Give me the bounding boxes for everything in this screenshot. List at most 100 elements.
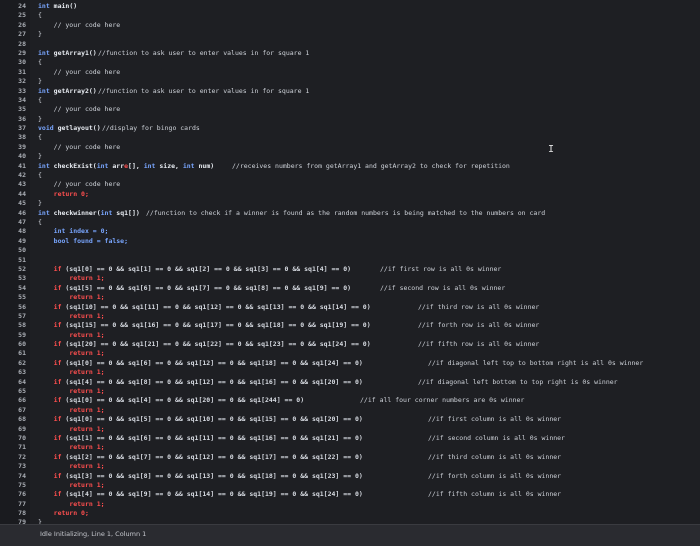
- code-line[interactable]: 71 return 1;: [0, 443, 700, 452]
- line-number: 75: [18, 480, 26, 489]
- code-line[interactable]: 32}: [0, 77, 700, 86]
- code-line[interactable]: 54 if (sq1[5] == 0 && sq1[6] == 0 && sq1…: [0, 284, 700, 293]
- code-line[interactable]: 56 if (sq1[10] == 0 && sq1[11] == 0 && s…: [0, 303, 700, 312]
- line-number: 37: [18, 124, 26, 133]
- code-line[interactable]: 48 int index = 0;: [0, 227, 700, 236]
- code-line[interactable]: 77 return 1;: [0, 500, 700, 509]
- code-line[interactable]: 62 if (sq1[0] == 0 && sq1[6] == 0 && sq1…: [0, 359, 700, 368]
- code-line[interactable]: 61 return 1;: [0, 349, 700, 358]
- code-line[interactable]: 53 return 1;: [0, 274, 700, 283]
- code-line[interactable]: 70 if (sq1[1] == 0 && sq1[6] == 0 && sq1…: [0, 434, 700, 443]
- code-area[interactable]: 24 int main() 25{26 // your code here 27} 28…: [0, 2, 700, 524]
- line-number: 59: [18, 330, 26, 339]
- code-line[interactable]: 39 // your code here: [0, 143, 700, 152]
- code-comment: //if first row is all 0s winner: [380, 264, 502, 273]
- code-token: int: [38, 48, 50, 57]
- code-line[interactable]: 30 {: [0, 58, 700, 67]
- code-token: return 0;: [53, 189, 89, 198]
- code-line[interactable]: 24 int main(): [0, 2, 700, 11]
- code-token: }: [38, 152, 42, 161]
- code-line[interactable]: 73 return 1;: [0, 462, 700, 471]
- code-line[interactable]: 31 // your code here: [0, 68, 700, 77]
- code-line[interactable]: 74 if (sq1[3] == 0 && sq1[8] == 0 && sq1…: [0, 472, 700, 481]
- line-number: 54: [18, 283, 26, 292]
- code-line[interactable]: 42 {: [0, 171, 700, 180]
- code-editor[interactable]: 24 int main() 25{26 // your code here 27} 28…: [0, 0, 700, 524]
- code-line[interactable]: 41 int checkExist(int arre[], int size, i…: [0, 162, 700, 171]
- code-line[interactable]: 46 int checkwinner(int sq1[]) //function t…: [0, 209, 700, 218]
- code-token: }: [38, 199, 42, 208]
- code-text: return 1;: [38, 425, 104, 434]
- code-line[interactable]: 51: [0, 256, 700, 265]
- code-line[interactable]: 37 void getlayout()//display for bingo ca…: [0, 124, 700, 133]
- code-line[interactable]: 68 if (sq1[0] == 0 && sq1[5] == 0 && sq1…: [0, 415, 700, 424]
- code-line[interactable]: 59 return 1;: [0, 331, 700, 340]
- code-comment: //function to check if a winner is found…: [146, 208, 546, 217]
- line-number: 50: [18, 246, 26, 255]
- code-comment: //function to ask user to enter values i…: [98, 48, 310, 57]
- code-line[interactable]: 29 int getArray1()//function to ask user …: [0, 49, 700, 58]
- code-line[interactable]: 35 // your code here: [0, 105, 700, 114]
- line-number: 38: [18, 133, 26, 142]
- code-line[interactable]: 67 return 1;: [0, 406, 700, 415]
- code-token: sq1[]): [112, 208, 140, 217]
- code-text: if (sq1[10] == 0 && sq1[11] == 0 && sq1[…: [38, 303, 371, 312]
- code-line[interactable]: 49 bool found = false;: [0, 237, 700, 246]
- code-line[interactable]: 57 return 1;: [0, 312, 700, 321]
- code-text: int getArray1(): [38, 49, 97, 58]
- code-line[interactable]: 47 {: [0, 218, 700, 227]
- code-line[interactable]: 58 if (sq1[15] == 0 && sq1[16] == 0 && s…: [0, 321, 700, 330]
- code-line[interactable]: 28: [0, 40, 700, 49]
- line-number: 78: [18, 509, 26, 518]
- code-token: {: [38, 171, 42, 180]
- code-line[interactable]: 43 // your code here: [0, 180, 700, 189]
- code-comment: //if first column is all 0s winner: [428, 415, 562, 424]
- code-line[interactable]: 50: [0, 246, 700, 255]
- code-token: (sq1[0] == 0 && sq1[6] == 0 && sq1[12] =…: [61, 358, 363, 367]
- code-text: int checkExist(int arre[], int size, int…: [38, 162, 214, 171]
- code-text: {: [38, 218, 42, 227]
- code-line[interactable]: 63 return 1;: [0, 368, 700, 377]
- code-line[interactable]: 75 return 1;: [0, 481, 700, 490]
- code-line[interactable]: 26 // your code here: [0, 21, 700, 30]
- code-line[interactable]: 52 if (sq1[0] == 0 && sq1[1] == 0 && sq1…: [0, 265, 700, 274]
- code-line[interactable]: 44 return 0;: [0, 190, 700, 199]
- code-line[interactable]: 34 {: [0, 96, 700, 105]
- code-line[interactable]: 60 if (sq1[20] == 0 && sq1[21] == 0 && s…: [0, 340, 700, 349]
- code-line[interactable]: 65 return 1;: [0, 387, 700, 396]
- line-number: 58: [18, 321, 26, 330]
- code-token: (sq1[1] == 0 && sq1[6] == 0 && sq1[11] =…: [61, 433, 363, 442]
- code-line[interactable]: 69 return 1;: [0, 425, 700, 434]
- code-token: return 1;: [69, 387, 105, 396]
- code-token: int: [38, 208, 50, 217]
- code-line[interactable]: 66 if (sq1[0] == 0 && sq1[4] == 0 && sq1…: [0, 396, 700, 405]
- code-line[interactable]: 40}: [0, 152, 700, 161]
- code-text: }: [38, 115, 42, 124]
- code-line[interactable]: 78 return 0;: [0, 509, 700, 518]
- code-line[interactable]: 25 {: [0, 11, 700, 20]
- code-line[interactable]: 55 return 1;: [0, 293, 700, 302]
- code-line[interactable]: 33 int getArray2()//function to ask user …: [0, 87, 700, 96]
- code-line[interactable]: 64 if (sq1[4] == 0 && sq1[8] == 0 && sq1…: [0, 378, 700, 387]
- code-token: (sq1[5] == 0 && sq1[6] == 0 && sq1[7] ==…: [61, 283, 352, 292]
- code-text: bool found = false;: [38, 237, 128, 246]
- line-number: 31: [18, 67, 26, 76]
- code-line[interactable]: 38 {: [0, 133, 700, 142]
- line-number: 55: [18, 293, 26, 302]
- code-line[interactable]: 45}: [0, 199, 700, 208]
- code-token: (sq1[15] == 0 && sq1[16] == 0 && sq1[17]…: [61, 321, 371, 330]
- code-line[interactable]: 27}: [0, 30, 700, 39]
- code-text: int getArray2(): [38, 87, 97, 96]
- code-line[interactable]: 72 if (sq1[2] == 0 && sq1[7] == 0 && sq1…: [0, 453, 700, 462]
- line-number: 33: [18, 86, 26, 95]
- code-line[interactable]: 76 if (sq1[4] == 0 && sq1[9] == 0 && sq1…: [0, 490, 700, 499]
- code-line[interactable]: 36}: [0, 115, 700, 124]
- code-token: (sq1[0] == 0 && sq1[1] == 0 && sq1[2] ==…: [61, 264, 352, 273]
- code-token: }: [38, 77, 42, 86]
